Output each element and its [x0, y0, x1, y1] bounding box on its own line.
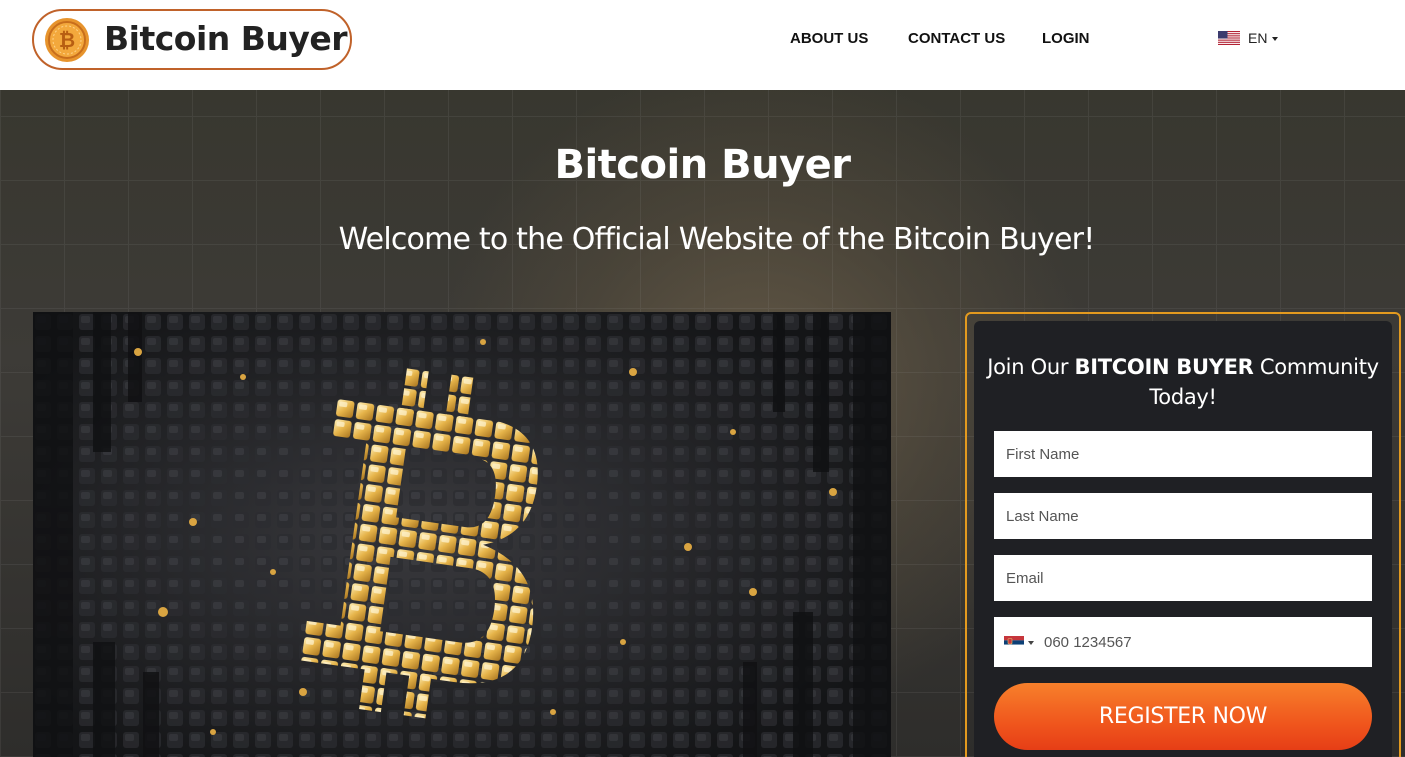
last-name-input[interactable] — [994, 493, 1372, 539]
hero-subtitle: Welcome to the Official Website of the B… — [338, 222, 1096, 257]
form-heading-brand: BITCOIN BUYER — [1074, 355, 1254, 379]
site-header: ₿ Bitcoin Buyer ABOUT US CONTACT US LOGI… — [0, 0, 1405, 90]
email-input[interactable] — [994, 555, 1372, 601]
hero-title: Bitcoin Buyer — [554, 142, 851, 188]
us-flag-icon — [1218, 31, 1240, 45]
bitcoin-coin-icon: ₿ — [45, 18, 89, 62]
form-heading: Join Our BITCOIN BUYER Community Today! — [985, 352, 1381, 412]
nav-about-us[interactable]: ABOUT US — [790, 30, 868, 47]
phone-field — [994, 617, 1372, 667]
nav-contact-us[interactable]: CONTACT US — [908, 30, 1005, 47]
svg-text:₿: ₿ — [59, 28, 75, 52]
register-now-button[interactable]: REGISTER NOW — [994, 683, 1372, 750]
logo-text: Bitcoin Buyer — [104, 19, 348, 58]
first-name-input[interactable] — [994, 431, 1372, 477]
language-label: EN — [1248, 30, 1268, 46]
serbia-flag-icon[interactable] — [1004, 636, 1024, 649]
language-selector[interactable]: EN — [1218, 30, 1279, 46]
phone-input[interactable] — [1044, 617, 1364, 667]
nav-login[interactable]: LOGIN — [1042, 30, 1090, 47]
country-chevron-down-icon[interactable] — [1028, 641, 1034, 645]
bitcoin-circuit-image — [33, 312, 891, 757]
site-logo[interactable]: ₿ Bitcoin Buyer — [32, 9, 352, 70]
bitcoin-circuit-illustration — [33, 312, 891, 757]
form-heading-pre: Join Our — [987, 355, 1075, 379]
chevron-down-icon — [1272, 36, 1279, 41]
